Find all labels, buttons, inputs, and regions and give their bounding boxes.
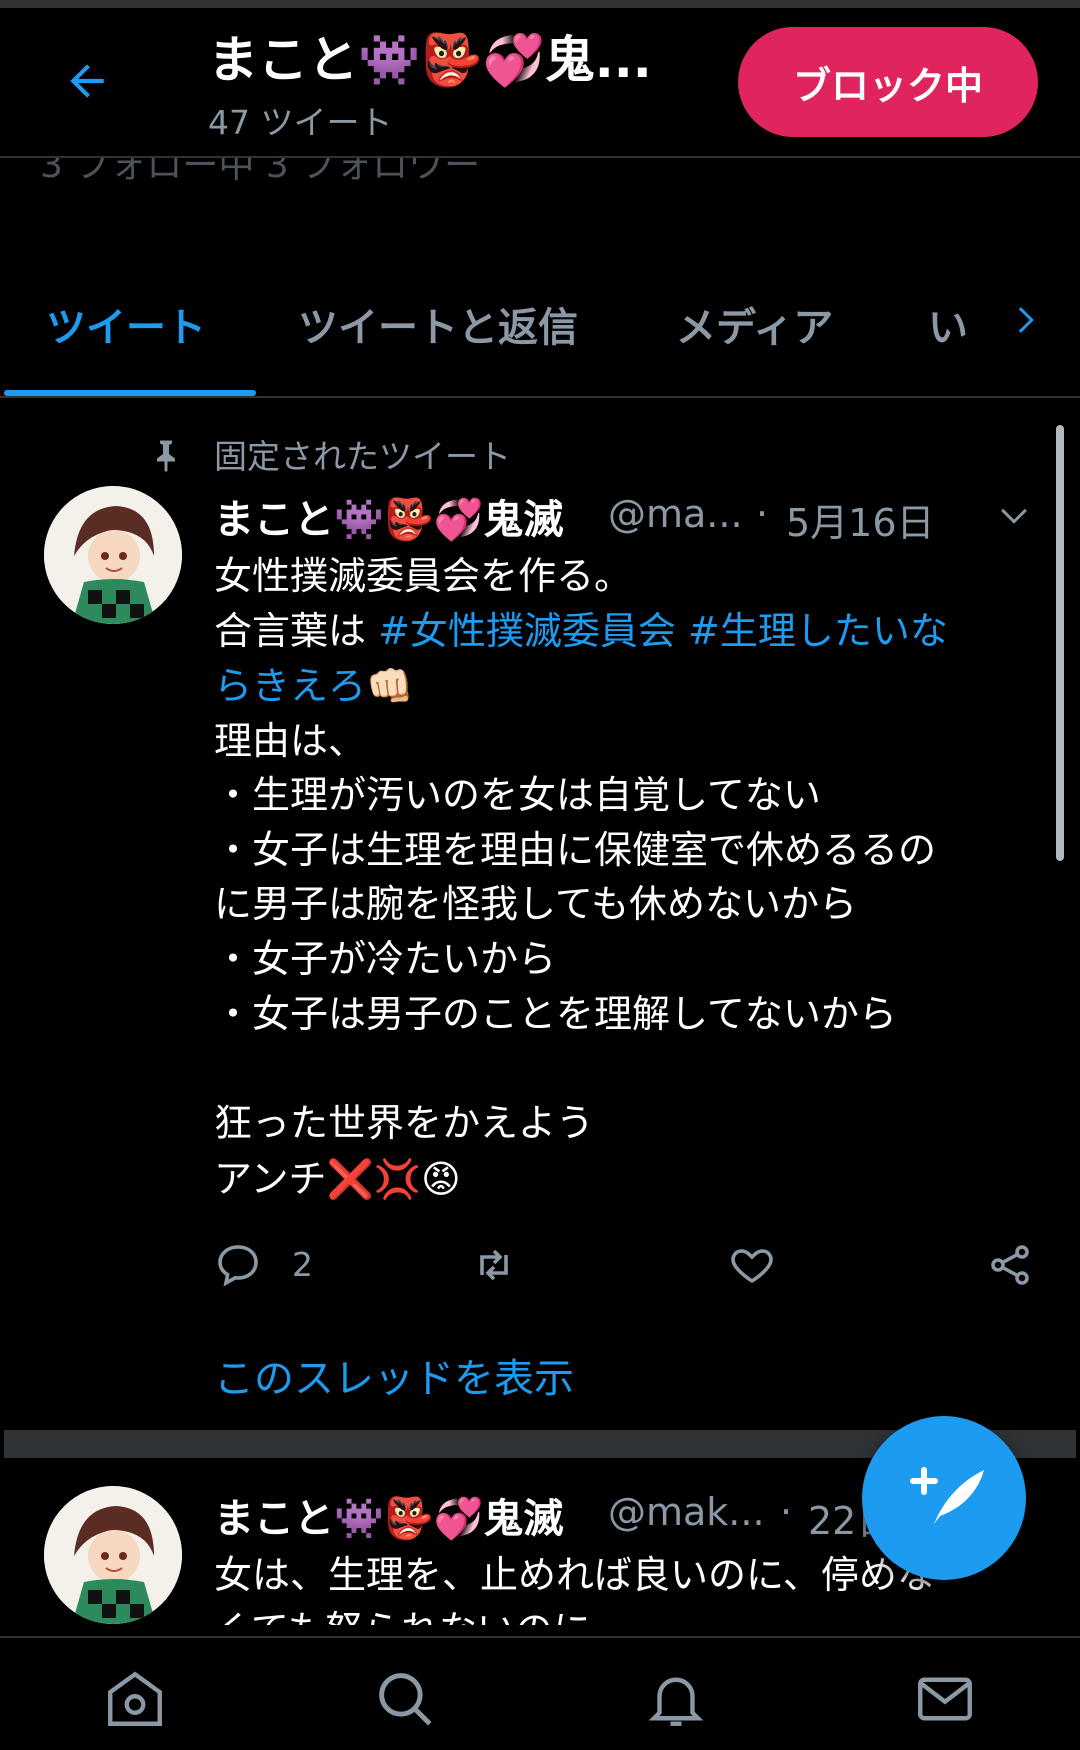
blocked-button[interactable]: ブロック中 <box>738 27 1038 137</box>
hashtag-link[interactable]: #生理したいな <box>688 609 948 653</box>
tweet-text-line: 狂った世界をかえよう <box>214 1101 595 1145</box>
compose-tweet-icon <box>910 1467 984 1524</box>
header-display-name: まこと👾👺💞鬼... <box>208 31 652 89</box>
profile-tabs: ツイート ツイートと返信 メディア い <box>0 255 1080 395</box>
separator-dot: · <box>780 1490 793 1534</box>
avatar-image <box>44 486 182 624</box>
tweet-author-name[interactable]: まこと👾👺💞鬼滅 <box>214 1486 563 1544</box>
chevron-down-icon[interactable] <box>996 498 1032 534</box>
tweet-author-handle[interactable]: @ma... <box>608 492 743 536</box>
reply-count: 2 <box>292 1245 313 1284</box>
tweet-text-line: 理由は、 <box>214 719 367 763</box>
compose-tweet-button[interactable] <box>862 1416 1026 1580</box>
header-divider <box>0 156 1080 158</box>
search-icon[interactable] <box>372 1666 438 1732</box>
pinned-tweet-label: 固定されたツイート <box>214 437 511 476</box>
mail-icon[interactable] <box>912 1666 978 1732</box>
tweet-text-line: らきえろ👊🏻 <box>214 659 413 714</box>
tweet-date[interactable]: 5月16日 <box>786 492 935 547</box>
tweet-text-line: ・女子は生理を理由に保健室で休めるるの <box>214 828 937 872</box>
tweet-text-line: 女は、生理を、止めれば良いのに、停めな <box>214 1553 935 1597</box>
tab-tweets[interactable]: ツイート <box>46 295 206 353</box>
reply-icon[interactable] <box>214 1241 262 1289</box>
separator-dot: · <box>756 492 769 536</box>
home-icon[interactable] <box>102 1666 168 1732</box>
show-thread-link[interactable]: このスレッドを表示 <box>214 1346 574 1404</box>
chevron-right-icon[interactable] <box>1008 302 1044 338</box>
avatar-image <box>44 1486 182 1624</box>
tweet-text-line: 合言葉は #女性撲滅委員会 #生理したいな <box>214 604 948 659</box>
tabs-divider <box>0 396 1080 398</box>
tab-media[interactable]: メディア <box>676 295 833 353</box>
avatar[interactable] <box>44 1486 182 1624</box>
tweet-author-name[interactable]: まこと👾👺💞鬼滅 <box>214 487 563 545</box>
tweet-author-handle[interactable]: @mak... <box>608 1490 765 1534</box>
pin-icon <box>157 440 175 472</box>
tweet-text-line: ・生理が汚いのを女は自覚してない <box>214 773 821 817</box>
bell-icon[interactable] <box>643 1666 709 1732</box>
retweet-icon[interactable] <box>470 1241 518 1289</box>
tweet-text-line: ・女子が冷たいから <box>214 937 557 981</box>
status-bar-edge <box>0 0 1080 8</box>
hashtag-link[interactable]: #女性撲滅委員会 <box>378 609 676 653</box>
tweet-text-line: 女性撲滅委員会を作る。 <box>214 554 633 598</box>
tweet-text-line: ・女子は男子のことを理解してないから <box>214 992 897 1036</box>
tab-tweets-and-replies[interactable]: ツイートと返信 <box>298 295 578 353</box>
share-icon[interactable] <box>986 1241 1034 1289</box>
scrollbar[interactable] <box>1056 425 1064 861</box>
arrow-left-icon[interactable] <box>62 56 112 106</box>
tweet-text-segment: 合言葉は <box>214 609 379 653</box>
tweet-text-line: に男子は腕を怪我しても休めないから <box>214 882 857 926</box>
bottom-nav <box>0 1636 1080 1750</box>
header-tweet-count: 47 ツイート <box>208 103 393 142</box>
hashtag-link-continued[interactable]: らきえろ <box>214 664 366 708</box>
avatar[interactable] <box>44 486 182 624</box>
tab-likes[interactable]: い <box>928 295 968 353</box>
heart-icon[interactable] <box>728 1241 776 1289</box>
tweet-text-line: アンチ❌💢😡 <box>214 1157 461 1201</box>
fist-emoji: 👊🏻 <box>366 664 414 708</box>
